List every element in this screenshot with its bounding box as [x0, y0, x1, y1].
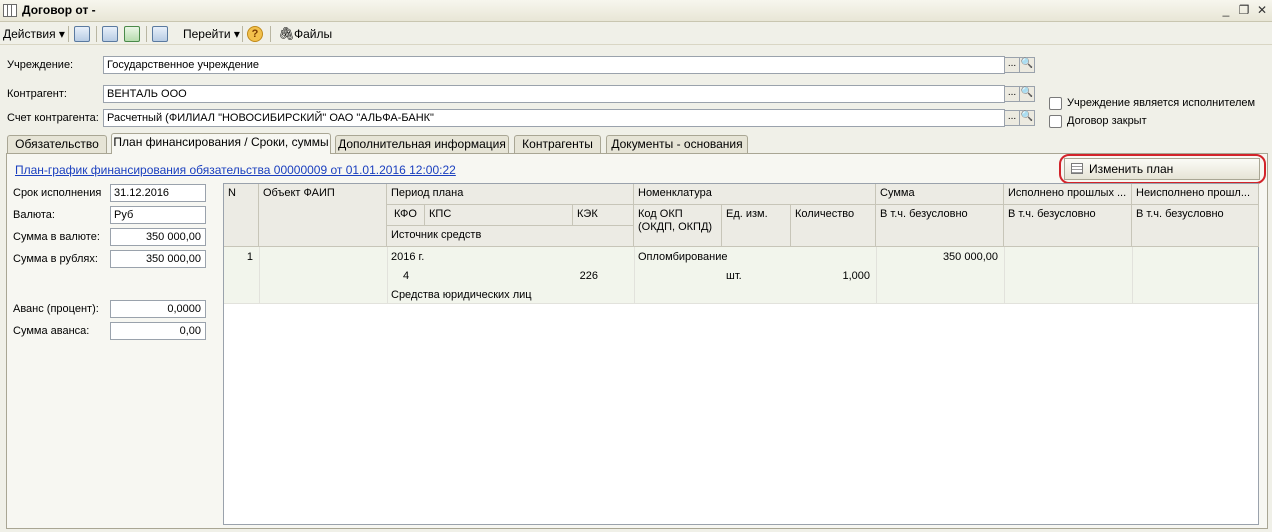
counterparty-search-icon[interactable]: 🔍 [1019, 86, 1035, 102]
toolbar-separator [242, 26, 243, 42]
sum-currency-field[interactable]: 350 000,00 [110, 228, 206, 246]
sum-currency-label: Сумма в валюте: [13, 231, 100, 243]
cell-period[interactable]: 2016 г. [387, 248, 634, 266]
files-button[interactable]: Файлы [294, 26, 332, 42]
col-header-undone-prev[interactable]: Неисполнено прошл... [1132, 184, 1259, 205]
cell-sum[interactable]: 350 000,00 [876, 248, 1004, 266]
col-header-kfo[interactable]: КФО [387, 205, 425, 226]
tab-obligation[interactable]: Обязательство [7, 135, 107, 153]
col-header-okp-line1: Код ОКП [638, 208, 683, 220]
account-pick-button[interactable]: ... [1004, 110, 1020, 126]
toolbar-separator [96, 26, 97, 42]
actions-menu[interactable]: Действия ▾ [3, 26, 65, 42]
col-header-undone-unconditional[interactable]: В т.ч. безусловно [1132, 205, 1259, 247]
grid-divider [259, 247, 260, 303]
save-record-icon[interactable] [74, 26, 90, 42]
refresh-icon[interactable] [102, 26, 118, 42]
col-header-done-prev[interactable]: Исполнено прошлых ... [1004, 184, 1132, 205]
closed-checkbox-label: Договор закрыт [1067, 115, 1147, 127]
advance-percent-label: Аванс (процент): [13, 303, 99, 315]
col-header-sum-unconditional[interactable]: В т.ч. безусловно [876, 205, 1004, 247]
tab-financing-plan[interactable]: План финансирования / Сроки, суммы [111, 133, 331, 154]
cell-qty[interactable]: 1,000 [791, 267, 876, 285]
grid-divider [1132, 247, 1133, 303]
col-header-kps[interactable]: КПС [425, 205, 573, 226]
table-icon [1071, 163, 1083, 174]
counterparty-label: Контрагент: [7, 88, 67, 100]
tab-base-documents[interactable]: Документы - основания [606, 135, 748, 153]
toolbar-separator [68, 26, 69, 42]
goto-menu[interactable]: Перейти ▾ [183, 26, 240, 42]
closed-checkbox[interactable] [1049, 115, 1062, 128]
col-header-done-unconditional[interactable]: В т.ч. безусловно [1004, 205, 1132, 247]
table-document-icon [3, 4, 17, 17]
col-header-okp-line2: (ОКДП, ОКПД) [638, 221, 713, 233]
toolbar: Действия ▾ Перейти ▾ ? 🖇 Файлы [0, 23, 1272, 45]
toolbar-separator [270, 26, 271, 42]
toolbar-separator [146, 26, 147, 42]
col-header-object[interactable]: Объект ФАИП [259, 184, 387, 247]
window-titlebar: Договор от - _ ❐ ✕ [0, 0, 1272, 22]
col-header-qty[interactable]: Количество [791, 205, 876, 247]
advance-sum-field[interactable]: 0,00 [110, 322, 206, 340]
grid-divider [1004, 247, 1005, 303]
col-header-okp[interactable]: Код ОКП (ОКДП, ОКПД) [634, 205, 722, 247]
executor-checkbox[interactable] [1049, 97, 1062, 110]
counterparty-field[interactable]: ВЕНТАЛЬ ООО [103, 85, 1005, 103]
institution-field[interactable]: Государственное учреждение [103, 56, 1005, 74]
col-header-n[interactable]: N [224, 184, 259, 247]
help-icon[interactable]: ? [247, 26, 263, 42]
col-header-nomenclature[interactable]: Номенклатура [634, 184, 876, 205]
post-document-icon[interactable] [152, 26, 168, 42]
copy-document-icon[interactable] [124, 26, 140, 42]
cell-kfo[interactable]: 4 [387, 267, 425, 285]
window-title: Договор от - [22, 3, 96, 17]
change-financing-plan-button[interactable]: Изменить план финансирования [1064, 158, 1260, 196]
col-header-unit[interactable]: Ед. изм. [722, 205, 791, 247]
counterparty-pick-button[interactable]: ... [1004, 86, 1020, 102]
minimize-button[interactable]: _ [1218, 2, 1234, 18]
due-date-label: Срок исполнения [13, 187, 102, 199]
cell-unit[interactable]: шт. [722, 267, 791, 285]
currency-field[interactable]: Руб [110, 206, 206, 224]
close-button[interactable]: ✕ [1254, 2, 1270, 18]
col-header-kek[interactable]: КЭК [573, 205, 634, 226]
col-header-source[interactable]: Источник средств [387, 226, 634, 247]
due-date-field[interactable]: 31.12.2016 [110, 184, 206, 202]
account-label: Счет контрагента: [7, 112, 99, 124]
sum-rubles-field[interactable]: 350 000,00 [110, 250, 206, 268]
cell-source[interactable]: Средства юридических лиц [387, 286, 634, 304]
col-header-period[interactable]: Период плана [387, 184, 634, 205]
restore-button[interactable]: ❐ [1236, 2, 1252, 18]
grid-row-divider [224, 303, 1258, 304]
account-field[interactable]: Расчетный (ФИЛИАЛ "НОВОСИБИРСКИЙ" ОАО "А… [103, 109, 1005, 127]
account-search-icon[interactable]: 🔍 [1019, 110, 1035, 126]
cell-kek[interactable]: 226 [573, 267, 634, 285]
institution-search-icon[interactable]: 🔍 [1019, 57, 1035, 73]
col-header-sum[interactable]: Сумма [876, 184, 1004, 205]
cell-nomenclature[interactable]: Опломбирование [634, 248, 876, 266]
tab-counterparties[interactable]: Контрагенты [514, 135, 601, 153]
cell-n[interactable]: 1 [224, 248, 259, 266]
institution-label: Учреждение: [7, 59, 74, 71]
institution-pick-button[interactable]: ... [1004, 57, 1020, 73]
advance-sum-label: Сумма аванса: [13, 325, 90, 337]
tab-additional-info[interactable]: Дополнительная информация [335, 135, 509, 153]
executor-checkbox-label: Учреждение является исполнителем [1067, 97, 1256, 109]
advance-percent-field[interactable]: 0,0000 [110, 300, 206, 318]
sum-rubles-label: Сумма в рублях: [13, 253, 98, 265]
currency-label: Валюта: [13, 209, 55, 221]
financing-grid[interactable]: N Объект ФАИП Период плана Номенклатура … [223, 183, 1259, 525]
financing-schedule-link[interactable]: План-график финансирования обязательства… [15, 163, 456, 177]
paperclip-icon[interactable]: 🖇 [278, 26, 295, 42]
